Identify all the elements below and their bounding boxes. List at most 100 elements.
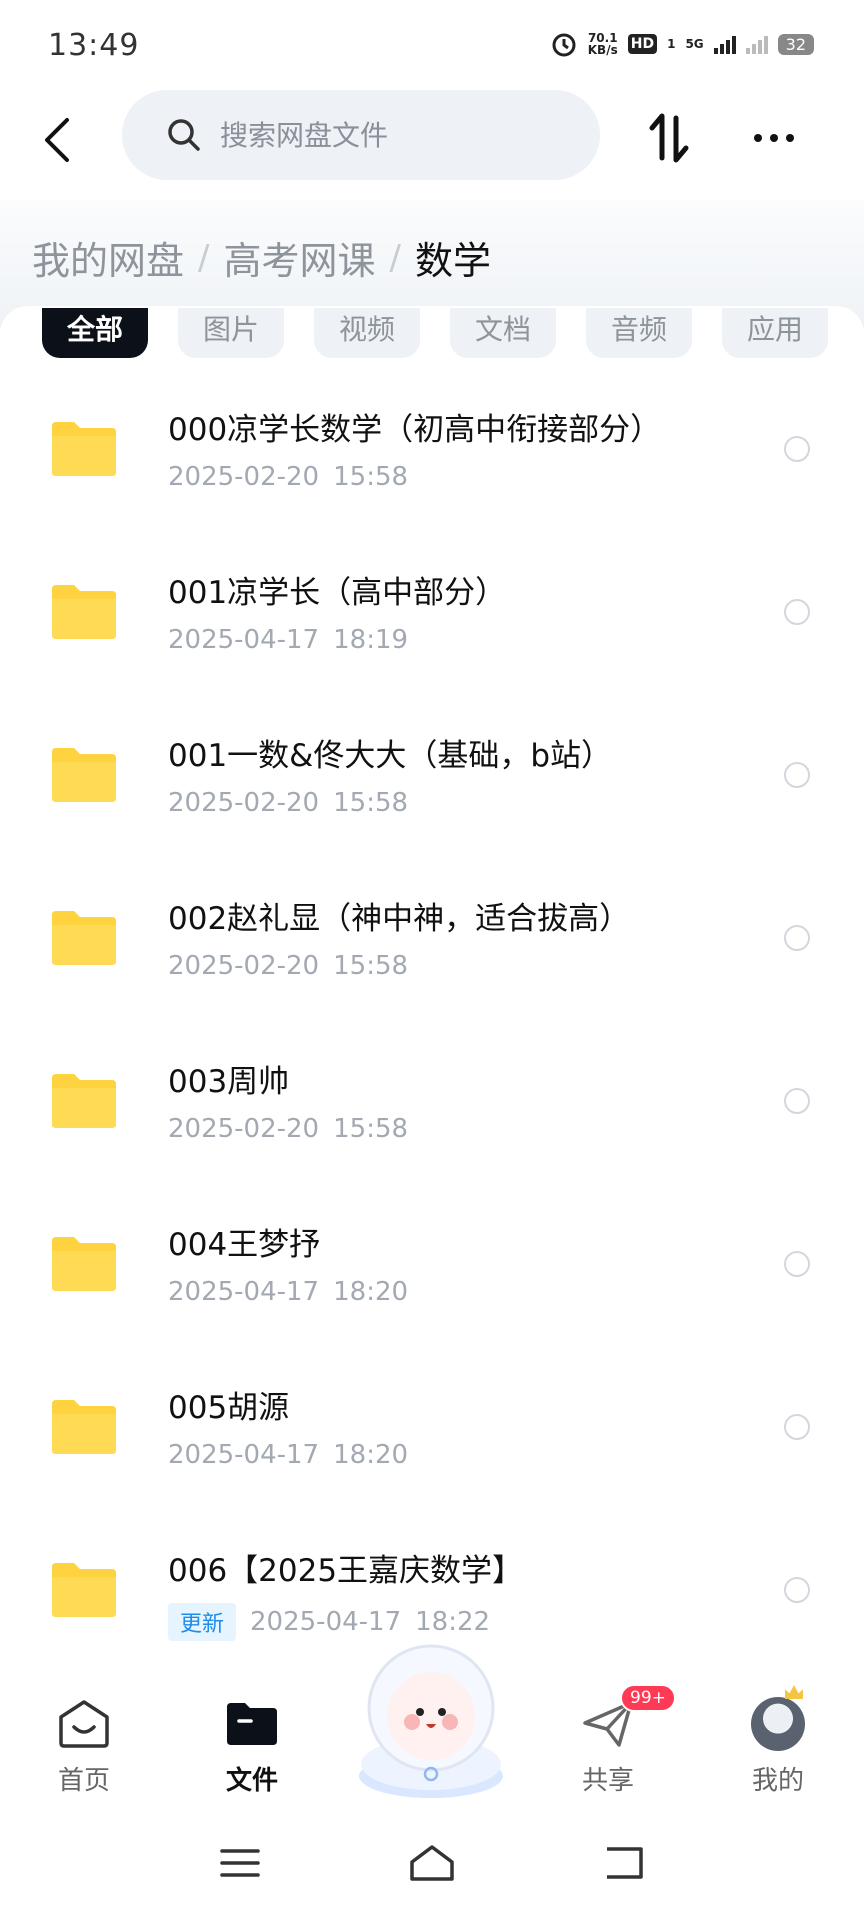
- nav-home[interactable]: 首页: [24, 1696, 144, 1806]
- select-checkbox[interactable]: [784, 762, 810, 788]
- search-bar[interactable]: [122, 90, 600, 180]
- select-checkbox[interactable]: [784, 1577, 810, 1603]
- mascot-assistant-button[interactable]: [342, 1636, 520, 1808]
- sort-button[interactable]: [640, 108, 700, 168]
- folder-icon: [52, 1074, 116, 1128]
- folder-nav-icon: [224, 1696, 280, 1752]
- breadcrumb-separator: /: [198, 237, 210, 278]
- file-time: 18:22: [415, 1607, 491, 1637]
- status-time: 13:49: [48, 28, 140, 63]
- home-icon: [56, 1696, 112, 1752]
- folder-icon: [52, 1400, 116, 1454]
- select-checkbox[interactable]: [784, 1414, 810, 1440]
- file-name: 003周帅: [168, 1064, 290, 1100]
- file-name: 002赵礼显（神中神，适合拔高）: [168, 901, 631, 937]
- file-name: 006【2025王嘉庆数学】: [168, 1553, 524, 1589]
- battery-indicator: 32: [777, 33, 814, 55]
- file-date: 2025-02-20: [168, 788, 320, 818]
- folder-icon: [52, 585, 116, 639]
- signal-strong-icon: [713, 34, 736, 54]
- breadcrumb-separator: /: [389, 237, 401, 278]
- tab-images[interactable]: 图片: [178, 308, 284, 358]
- file-row[interactable]: 001凉学长（高中部分） 2025-04-17 18:19: [0, 523, 864, 686]
- file-name: 001一数&佟大大（基础，b站）: [168, 738, 613, 774]
- file-time: 15:58: [333, 1114, 409, 1144]
- more-options-button[interactable]: [744, 108, 804, 168]
- select-checkbox[interactable]: [784, 436, 810, 462]
- file-meta: 2025-02-20 15:58: [168, 788, 408, 818]
- tab-apps[interactable]: 应用: [722, 308, 828, 358]
- file-meta: 2025-02-20 15:58: [168, 951, 408, 981]
- more-dot-icon: [786, 134, 794, 142]
- avatar: [751, 1697, 805, 1751]
- system-nav-bar: [0, 1810, 864, 1920]
- file-time: 18:19: [333, 625, 409, 655]
- file-row[interactable]: 004王梦抒 2025-04-17 18:20: [0, 1175, 864, 1338]
- back-arrow-icon: [45, 118, 69, 162]
- file-meta: 2025-02-20 15:58: [168, 1114, 408, 1144]
- network-speed: 70.1 KB/s: [588, 32, 618, 56]
- file-row[interactable]: 003周帅 2025-02-20 15:58: [0, 1012, 864, 1175]
- nav-mine[interactable]: 我的: [718, 1696, 838, 1806]
- back-return-icon: [607, 1847, 643, 1879]
- folder-icon: [52, 1237, 116, 1291]
- breadcrumb: 我的网盘 / 高考网课 / 数学: [32, 230, 491, 285]
- filter-tabs: 全部 图片 视频 文档 音频 应用: [42, 308, 828, 358]
- file-date: 2025-02-20: [168, 951, 320, 981]
- file-row[interactable]: 002赵礼显（神中神，适合拔高） 2025-02-20 15:58: [0, 849, 864, 1012]
- nav-share-label: 共享: [581, 1766, 634, 1796]
- file-date: 2025-04-17: [168, 1440, 320, 1470]
- file-time: 15:58: [333, 951, 409, 981]
- select-checkbox[interactable]: [784, 1251, 810, 1277]
- file-name: 001凉学长（高中部分）: [168, 575, 507, 611]
- file-name: 004王梦抒: [168, 1227, 321, 1263]
- nav-home-label: 首页: [57, 1766, 110, 1796]
- system-menu-button[interactable]: [210, 1838, 270, 1888]
- tab-videos[interactable]: 视频: [314, 308, 420, 358]
- filter-tabs-container: 全部 图片 视频 文档 音频 应用: [0, 306, 864, 358]
- file-date: 2025-04-17: [250, 1607, 402, 1637]
- file-row[interactable]: 001一数&佟大大（基础，b站） 2025-02-20 15:58: [0, 686, 864, 849]
- tab-all[interactable]: 全部: [42, 308, 148, 358]
- file-time: 18:20: [333, 1440, 409, 1470]
- home-outline-icon: [410, 1845, 454, 1881]
- file-name: 000凉学长数学（初高中衔接部分）: [168, 412, 662, 448]
- nav-share[interactable]: 99+ 共享: [548, 1684, 676, 1806]
- more-dot-icon: [754, 134, 762, 142]
- file-name: 005胡源: [168, 1390, 290, 1426]
- file-date: 2025-04-17: [168, 625, 320, 655]
- nav-mine-label: 我的: [751, 1766, 804, 1796]
- breadcrumb-item-parent[interactable]: 高考网课: [223, 230, 375, 285]
- nav-files[interactable]: 文件: [192, 1696, 312, 1806]
- update-tag: 更新: [168, 1603, 237, 1641]
- signal-weak-icon: [745, 34, 768, 54]
- sort-icon: [649, 113, 689, 163]
- file-meta: 2025-02-20 15:58: [168, 462, 408, 492]
- network-label: 5G: [685, 37, 704, 51]
- search-icon: [168, 119, 200, 151]
- system-back-button[interactable]: [594, 1838, 654, 1888]
- tab-documents[interactable]: 文档: [450, 308, 556, 358]
- select-checkbox[interactable]: [784, 925, 810, 951]
- more-dot-icon: [770, 134, 778, 142]
- select-checkbox[interactable]: [784, 599, 810, 625]
- back-button[interactable]: [34, 110, 78, 170]
- select-checkbox[interactable]: [784, 1088, 810, 1114]
- search-input[interactable]: [220, 118, 580, 152]
- folder-icon: [52, 748, 116, 802]
- file-meta: 2025-04-17 18:20: [168, 1277, 408, 1307]
- file-date: 2025-02-20: [168, 462, 320, 492]
- file-date: 2025-04-17: [168, 1277, 320, 1307]
- tab-audio[interactable]: 音频: [586, 308, 692, 358]
- file-list: 000凉学长数学（初高中衔接部分） 2025-02-20 15:58 001凉学…: [0, 360, 864, 1664]
- paper-plane-icon: 99+: [580, 1684, 676, 1752]
- file-time: 15:58: [333, 462, 409, 492]
- file-date: 2025-02-20: [168, 1114, 320, 1144]
- file-row[interactable]: 005胡源 2025-04-17 18:20: [0, 1338, 864, 1501]
- folder-icon: [52, 422, 116, 476]
- avatar-wrapper: [750, 1696, 806, 1752]
- file-row[interactable]: 000凉学长数学（初高中衔接部分） 2025-02-20 15:58: [0, 360, 864, 523]
- breadcrumb-item-root[interactable]: 我的网盘: [32, 230, 184, 285]
- breadcrumb-item-current: 数学: [414, 239, 491, 283]
- system-home-button[interactable]: [402, 1838, 462, 1888]
